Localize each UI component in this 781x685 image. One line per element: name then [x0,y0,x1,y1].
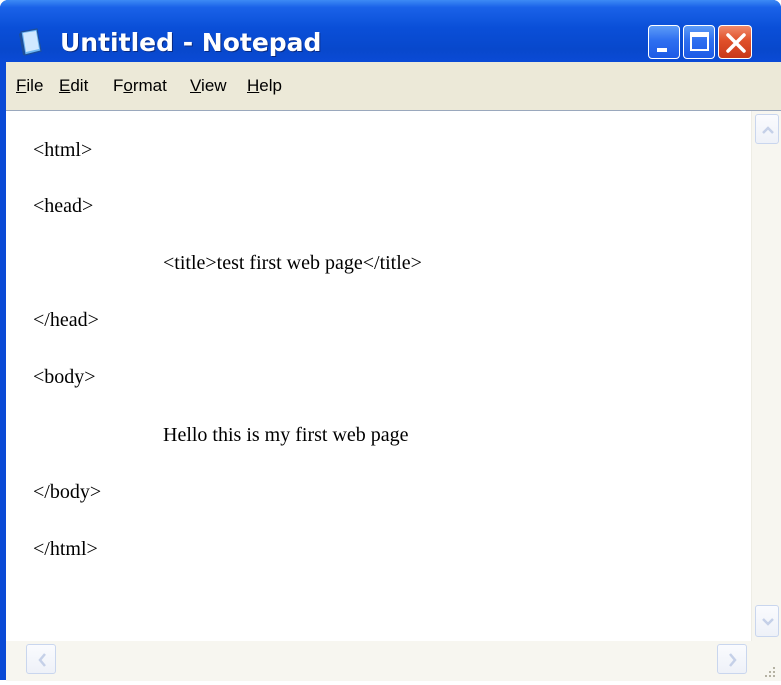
scroll-left-arrow-icon [38,653,46,667]
text-line[interactable]: <html> [33,139,92,162]
text-line[interactable]: <body> [33,366,96,389]
text-line[interactable]: </body> [33,481,101,504]
notepad-window: Untitled - Notepad File Edit Format View… [0,0,781,681]
text-line[interactable]: Hello this is my first web page [163,424,409,447]
scroll-right-arrow-icon [729,653,737,667]
title-bar[interactable]: Untitled - Notepad [0,0,781,62]
menu-file[interactable]: File [16,76,43,96]
menu-edit[interactable]: Edit [59,76,88,96]
window-title: Untitled - Notepad [60,28,322,57]
scroll-up-button[interactable] [755,114,779,144]
size-grip[interactable] [751,641,781,681]
menu-help[interactable]: Help [247,76,282,96]
menu-format[interactable]: Format [113,76,167,96]
text-area[interactable]: <html> <head> <title>test first web page… [6,111,751,641]
minimize-button[interactable] [648,25,680,59]
size-grip-icon [765,667,775,677]
scroll-right-button[interactable] [717,644,747,674]
scroll-up-arrow-icon [762,126,774,134]
scroll-down-arrow-icon [762,618,774,626]
horizontal-scrollbar[interactable] [6,641,751,681]
text-line[interactable]: <title>test first web page</title> [163,252,422,275]
editor-pane[interactable]: <html> <head> <title>test first web page… [6,110,781,681]
text-line[interactable]: <head> [33,195,93,218]
scroll-left-button[interactable] [26,644,56,674]
minimize-icon [657,48,667,52]
vertical-scrollbar[interactable] [751,111,781,641]
text-line[interactable]: </head> [33,309,99,332]
text-line[interactable]: </html> [33,538,98,561]
maximize-button[interactable] [683,25,715,59]
menu-bar: File Edit Format View Help [6,62,781,110]
maximize-icon [690,32,709,51]
scroll-down-button[interactable] [755,605,779,637]
close-button[interactable] [718,25,752,59]
notepad-icon[interactable] [18,28,44,56]
menu-view[interactable]: View [190,76,227,96]
close-icon [726,33,746,53]
